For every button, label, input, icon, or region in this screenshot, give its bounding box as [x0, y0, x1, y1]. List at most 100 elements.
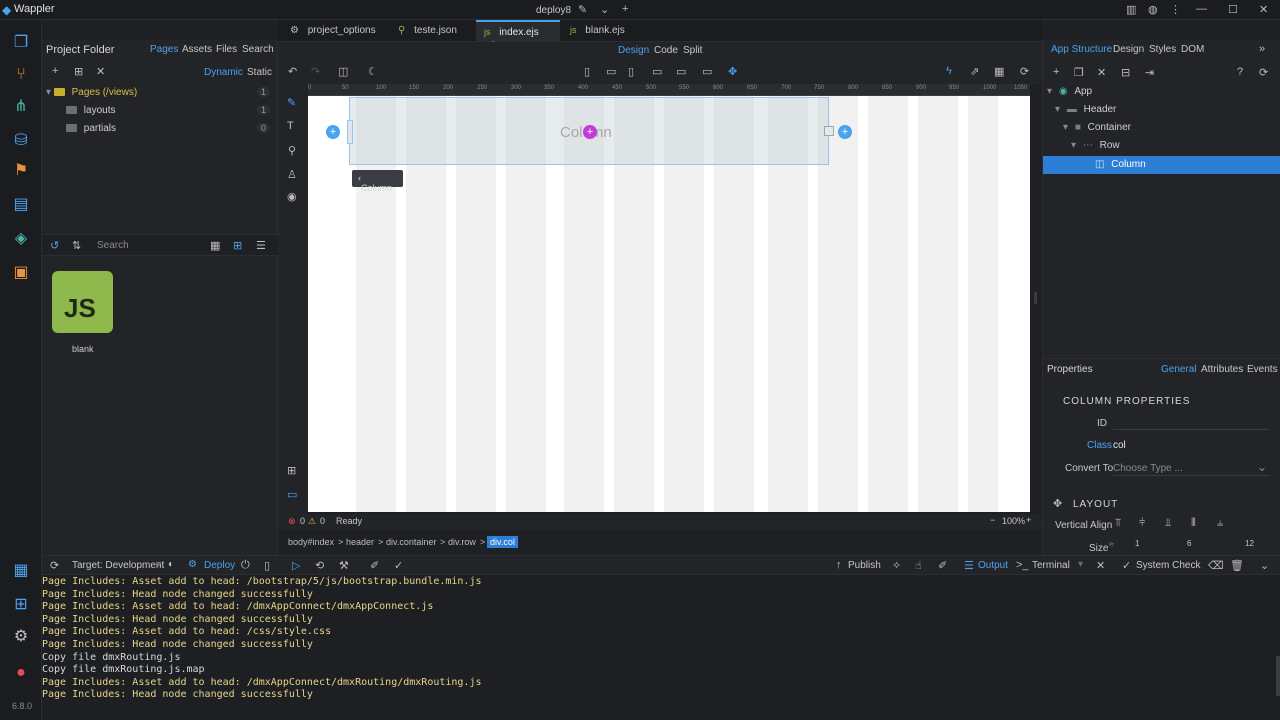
align-top-icon[interactable]: ⫪	[1115, 517, 1121, 530]
desktop-icon[interactable]: ▭	[676, 65, 686, 78]
add-page-icon[interactable]: +	[52, 65, 58, 77]
tree-item-layouts[interactable]: layouts 1	[66, 105, 274, 116]
signpost-icon[interactable]: ⚑	[10, 160, 32, 182]
grid-icon[interactable]: ⊞	[287, 464, 296, 477]
warning-count[interactable]: 0	[320, 516, 325, 526]
tree-item-pages[interactable]: ▾ Pages (/views) 1	[46, 87, 274, 98]
resize-handle-right[interactable]	[824, 126, 834, 136]
pencil-icon[interactable]: ✎	[287, 96, 296, 109]
copy-icon[interactable]: ❐	[1074, 66, 1084, 79]
align-stretch-icon[interactable]: ⦀	[1191, 517, 1196, 530]
settings-gear-icon[interactable]: ⚙	[10, 626, 32, 648]
tree-node-column[interactable]: ◫ Column	[1043, 156, 1280, 174]
mobile-icon[interactable]: ▯	[584, 65, 590, 78]
tab-styles[interactable]: Styles	[1149, 44, 1176, 55]
power-icon[interactable]: ⏻	[241, 559, 250, 572]
tab-assets[interactable]: Assets	[182, 44, 212, 55]
output-tab[interactable]: Output	[978, 560, 1008, 571]
wrap-icon[interactable]: ⊟	[1121, 66, 1130, 79]
tab-index-ejs[interactable]: js index.ejs ○	[476, 20, 560, 49]
laptop-icon[interactable]: ▭	[652, 65, 662, 78]
grid-large-icon[interactable]: ▦	[210, 239, 220, 252]
tab-design[interactable]: Design	[1113, 44, 1144, 55]
breadcrumb-item[interactable]: div.container	[386, 537, 436, 547]
extensions-icon[interactable]: ⊞	[10, 594, 32, 616]
magic-icon[interactable]: ✧	[892, 559, 901, 572]
help-icon[interactable]: ?	[1237, 66, 1243, 78]
eraser-icon[interactable]: ⌫	[1208, 559, 1224, 572]
breadcrumb-item-active[interactable]: div.col	[487, 536, 518, 548]
brush-icon[interactable]: ⚲	[288, 144, 296, 157]
ruler-icon[interactable]: ▭	[287, 488, 297, 501]
terminal-tab[interactable]: Terminal	[1032, 560, 1070, 571]
delete-icon[interactable]: ✕	[96, 65, 105, 78]
tab-events[interactable]: Events	[1247, 364, 1278, 375]
move-icon[interactable]: ⇥	[1145, 66, 1154, 79]
align-baseline-icon[interactable]: ⫨	[1217, 517, 1223, 530]
tree-node-app[interactable]: ▾ ◉ App	[1047, 86, 1279, 102]
collapse-panel-icon[interactable]: »	[1259, 43, 1265, 55]
trash-icon[interactable]: 🗑	[1230, 559, 1244, 572]
thumb-icon[interactable]: ☝	[915, 559, 922, 572]
status-toggle-icon[interactable]: ◐	[168, 559, 174, 570]
maximize-icon[interactable]: ☐	[1228, 3, 1238, 16]
run-icon[interactable]: ▷	[292, 559, 300, 572]
brush-icon[interactable]: ✐	[370, 559, 379, 572]
tab-pages[interactable]: Pages	[150, 44, 178, 55]
database-icon[interactable]: ⛁	[10, 130, 32, 152]
target-select[interactable]: Target: Development	[72, 560, 164, 571]
file-name[interactable]: blank	[72, 344, 94, 354]
more-icon[interactable]: ⋮	[1170, 3, 1181, 16]
tab-project-options[interactable]: ⚙ project_options	[282, 20, 386, 42]
tree-item-partials[interactable]: partials 0	[66, 123, 274, 134]
delete-icon[interactable]: ✕	[1097, 66, 1106, 79]
tree-node-container[interactable]: ▾ ■ Container	[1063, 122, 1279, 138]
close-icon[interactable]: ✕	[1259, 3, 1268, 16]
layout-icon[interactable]: ▥	[1126, 3, 1136, 16]
tablet-portrait-icon[interactable]: ▭	[606, 65, 616, 78]
eye-icon[interactable]: ◉	[287, 190, 297, 203]
chevron-down-icon[interactable]: ▾	[1078, 559, 1083, 570]
sort-icon[interactable]: ⇅	[72, 239, 81, 252]
wide-desktop-icon[interactable]: ▭	[702, 65, 712, 78]
theme-icon[interactable]: ◍	[1148, 3, 1158, 16]
panel-splitter[interactable]	[1034, 292, 1037, 304]
history-icon[interactable]: ↺	[50, 239, 59, 252]
undo-icon[interactable]: ↶	[288, 65, 297, 78]
list-view-icon[interactable]: ☰	[256, 239, 266, 252]
pages-icon[interactable]: ❐	[10, 32, 32, 54]
chevron-down-icon[interactable]: ⌄	[600, 3, 609, 16]
mode-dynamic[interactable]: Dynamic	[204, 67, 243, 78]
auto-size-icon[interactable]: ≈	[1109, 539, 1114, 549]
check-circle-icon[interactable]: ✓	[394, 559, 403, 572]
redo-icon[interactable]: ↷	[311, 65, 320, 78]
view-code[interactable]: Code	[654, 45, 678, 56]
breadcrumb-item[interactable]: div.row	[448, 537, 476, 547]
grid-small-icon[interactable]: ⊞	[233, 239, 242, 252]
edit-icon[interactable]: ✎	[578, 3, 587, 16]
system-check-button[interactable]: System Check	[1136, 560, 1200, 571]
zoom-out-icon[interactable]: −	[990, 515, 995, 525]
panel-icon[interactable]: ▯	[264, 559, 270, 572]
git-icon[interactable]: ⑂	[10, 64, 32, 86]
id-input[interactable]	[1113, 416, 1269, 430]
live-icon[interactable]: ϟ	[946, 65, 952, 77]
dark-mode-icon[interactable]: ☾	[368, 65, 378, 78]
view-split[interactable]: Split	[683, 45, 702, 56]
tab-attributes[interactable]: Attributes	[1201, 364, 1243, 375]
zoom-level[interactable]: 100%	[1002, 516, 1025, 526]
tab-blank-ejs[interactable]: js blank.ejs	[562, 20, 636, 42]
mode-static[interactable]: Static	[247, 67, 272, 78]
breadcrumb-item[interactable]: body#index	[288, 537, 334, 547]
close-icon[interactable]: ✕	[1096, 559, 1105, 572]
sync-icon[interactable]: ⟳	[50, 559, 59, 572]
tab-app-structure[interactable]: App Structure	[1051, 44, 1112, 55]
minimize-icon[interactable]: —	[1196, 3, 1207, 15]
tab-dom[interactable]: DOM	[1181, 44, 1204, 55]
chart-icon[interactable]: ▤	[10, 194, 32, 216]
deploy-button[interactable]: Deploy	[204, 560, 235, 571]
add-component-icon[interactable]: +	[1053, 66, 1059, 78]
chevron-down-icon[interactable]: ⌄	[1260, 559, 1269, 572]
align-center-icon[interactable]: ⫩	[1139, 517, 1145, 530]
add-icon[interactable]: +	[622, 3, 628, 15]
